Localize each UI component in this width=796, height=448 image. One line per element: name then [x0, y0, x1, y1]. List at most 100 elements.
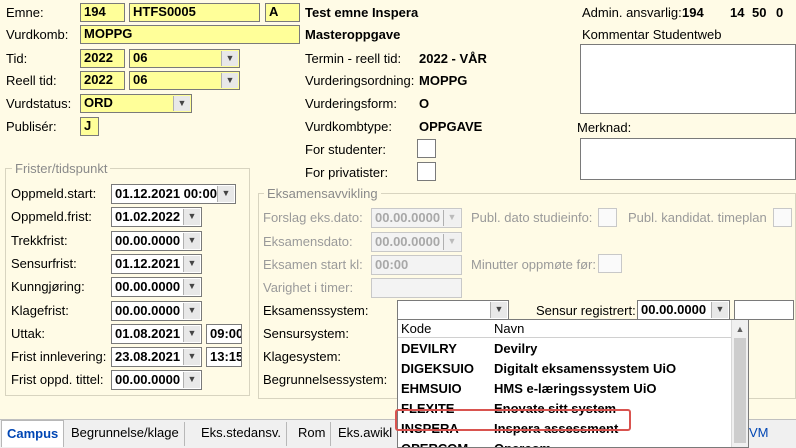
sensurfrist-select[interactable]: 01.12.2021 ▼ [111, 254, 202, 274]
eksamenssystem-label: Eksamenssystem: [263, 303, 369, 318]
sensur-registrert-select[interactable]: 00.00.0000 ▼ [637, 300, 730, 320]
tid-label: Tid: [6, 51, 28, 66]
tid-year-field[interactable]: 2022 [80, 49, 125, 68]
tab-eks-awikl[interactable]: Eks.awikl [333, 422, 399, 446]
emne-id-field[interactable]: HTFS0005 [129, 3, 260, 22]
chevron-down-icon: ▼ [443, 210, 460, 226]
chevron-down-icon[interactable]: ▼ [183, 326, 200, 342]
tab-eks-stedansv[interactable]: Eks.stedansv. [196, 422, 287, 446]
kunngjoring-value: 00.00.0000 [115, 279, 181, 294]
tab-campus[interactable]: Campus [1, 420, 65, 447]
oppmeld-frist-select[interactable]: 01.02.2022 ▼ [111, 207, 202, 227]
eksamen-legend: Eksamensavvikling [264, 186, 381, 201]
begrunnelsessystem-label: Begrunnelsessystem: [263, 372, 388, 387]
reell-year-field[interactable]: 2022 [80, 71, 125, 90]
kunngjoring-label: Kunngjøring: [11, 279, 85, 294]
list-item-navn: Qpercom [494, 439, 551, 447]
highlight-box [395, 409, 631, 431]
chevron-down-icon[interactable]: ▼ [711, 302, 728, 318]
vurdkomb-label: Vurdkomb: [6, 27, 69, 42]
emne-label: Emne: [6, 5, 44, 20]
chevron-down-icon[interactable]: ▼ [183, 303, 200, 319]
list-item[interactable]: EHMSUIO HMS e-læringssystem UiO [398, 379, 731, 399]
trekkfrist-value: 00.00.0000 [115, 233, 181, 248]
for-privatister-label: For privatister: [305, 165, 389, 180]
minutter-label: Minutter oppmøte før: [471, 257, 596, 272]
scrollbar-thumb[interactable] [734, 338, 746, 443]
merknad-label: Merknad: [577, 120, 632, 135]
merknad-textarea[interactable] [580, 138, 796, 180]
vurdstatus-select[interactable]: ORD ▼ [80, 94, 192, 113]
start-label: Eksamen start kl: [263, 257, 363, 272]
admin-value-2: 14 [730, 5, 745, 20]
publ-kand-checkbox [773, 208, 792, 227]
chevron-down-icon[interactable]: ▼ [183, 233, 200, 249]
kunngjoring-select[interactable]: 00.00.0000 ▼ [111, 277, 202, 297]
uttak-select[interactable]: 01.08.2021 ▼ [111, 324, 202, 344]
chevron-down-icon[interactable]: ▼ [183, 372, 200, 388]
for-privatister-checkbox[interactable] [417, 162, 436, 181]
list-item-navn: Devilry [494, 341, 538, 356]
for-studenter-checkbox[interactable] [417, 139, 436, 158]
chevron-up-icon[interactable]: ▲ [732, 321, 748, 337]
list-item[interactable]: DEVILRY Devilry [398, 339, 731, 359]
admin-label: Admin. ansvarlig: [582, 5, 682, 20]
oppmeld-start-select[interactable]: 01.12.2021 00:00 ▼ [111, 184, 236, 204]
admin-value-4: 0 [776, 5, 784, 20]
emne-variant-field[interactable]: A [265, 3, 300, 22]
chevron-down-icon[interactable]: ▼ [221, 73, 238, 88]
frist-innlevering-label: Frist innlevering: [11, 349, 107, 364]
admin-value-1: 194 [682, 5, 704, 20]
reell-semester-select[interactable]: 06 ▼ [129, 71, 240, 90]
frist-innlevering-time-field[interactable]: 13:15 [206, 347, 242, 367]
klagefrist-select[interactable]: 00.00.0000 ▼ [111, 301, 202, 321]
emne-code-field[interactable]: 194 [80, 3, 125, 22]
uttak-label: Uttak: [11, 326, 45, 341]
sensur-registrert-extra-field[interactable] [734, 300, 794, 320]
reell-semester-value: 06 [133, 72, 148, 87]
chevron-down-icon[interactable]: ▼ [183, 349, 200, 365]
list-item[interactable]: DIGEKSUIO Digitalt eksamenssystem UiO [398, 359, 731, 379]
trekkfrist-label: Trekkfrist: [11, 233, 68, 248]
forslag-value: 00.00.0000 [375, 210, 441, 225]
oppmeld-start-value: 01.12.2021 00:00 [115, 186, 217, 201]
tab-begrunnelse-klage[interactable]: Begrunnelse/klage [66, 422, 185, 446]
chevron-down-icon[interactable]: ▼ [217, 186, 234, 202]
vurdkomb-name: Masteroppgave [305, 27, 401, 42]
vurdkomb-field[interactable]: MOPPG [80, 25, 300, 44]
for-studenter-label: For studenter: [305, 142, 386, 157]
tid-semester-select[interactable]: 06 ▼ [129, 49, 240, 68]
chevron-down-icon[interactable]: ▼ [173, 96, 190, 111]
dropdown-header: Kode Navn [398, 320, 731, 338]
list-item-kode: EHMSUIO [401, 381, 462, 396]
dropdown-scrollbar[interactable]: ▲ [731, 320, 748, 447]
chevron-down-icon[interactable]: ▼ [183, 279, 200, 295]
kommentar-textarea[interactable] [580, 44, 796, 114]
forslag-select: 00.00.0000 ▼ [371, 208, 462, 228]
klagefrist-label: Klagefrist: [11, 303, 69, 318]
chevron-down-icon[interactable]: ▼ [183, 209, 200, 225]
trekkfrist-select[interactable]: 00.00.0000 ▼ [111, 231, 202, 251]
termin-label: Termin - reell tid: [305, 51, 402, 66]
eksamensdato-select: 00.00.0000 ▼ [371, 232, 462, 252]
oppmeld-start-label: Oppmeld.start: [11, 186, 97, 201]
column-header-kode: Kode [401, 321, 432, 336]
vurdstatus-value: ORD [84, 95, 113, 110]
list-item-kode: DEVILRY [401, 341, 457, 356]
tab-rom[interactable]: Rom [293, 422, 332, 446]
chevron-down-icon[interactable]: ▼ [221, 51, 238, 66]
publ-dato-checkbox [598, 208, 617, 227]
publiser-field[interactable]: J [80, 117, 99, 136]
sensurfrist-label: Sensurfrist: [11, 256, 77, 271]
list-item[interactable]: QPERCOM Qpercom [398, 439, 731, 447]
chevron-down-icon[interactable]: ▼ [490, 302, 507, 318]
eksamenssystem-select[interactable]: ▼ [397, 300, 509, 320]
klagesystem-label: Klagesystem: [263, 349, 342, 364]
publ-kand-label: Publ. kandidat. timeplan [628, 210, 767, 225]
varighet-label: Varighet i timer: [263, 280, 354, 295]
frist-innlevering-select[interactable]: 23.08.2021 ▼ [111, 347, 202, 367]
uttak-time-field[interactable]: 09:00 [206, 324, 242, 344]
chevron-down-icon[interactable]: ▼ [183, 256, 200, 272]
frist-oppd-select[interactable]: 00.00.0000 ▼ [111, 370, 202, 390]
reell-tid-label: Reell tid: [6, 73, 57, 88]
